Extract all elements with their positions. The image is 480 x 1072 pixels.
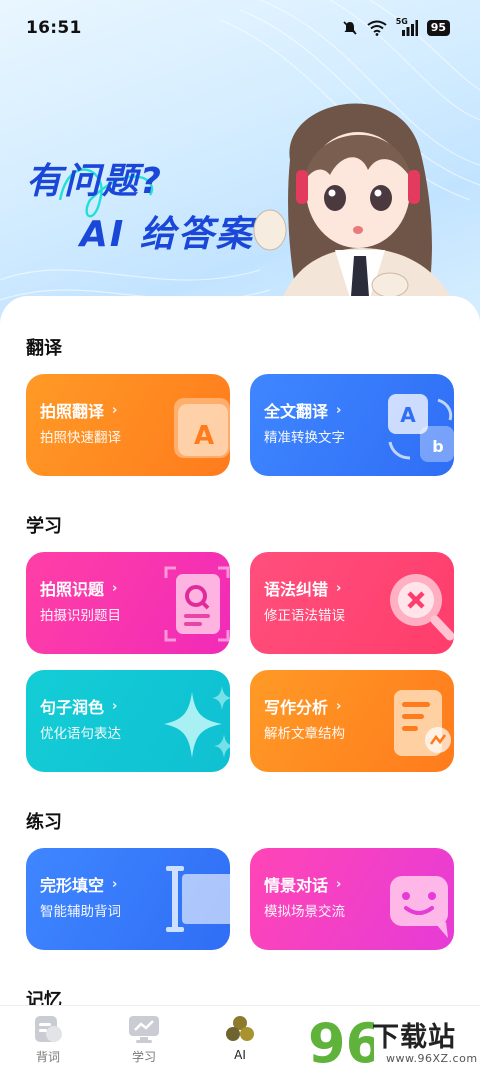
card-subtitle: 模拟场景交流 (264, 904, 345, 920)
card-sentence-polish[interactable]: 句子润色 › 优化语句表达 (26, 670, 230, 772)
svg-text:A: A (194, 421, 214, 451)
watermark-url: www.96XZ.com (386, 1052, 478, 1065)
chevron-right-icon: › (112, 698, 118, 714)
tab-label: AI (234, 1048, 246, 1062)
feature-sheet: 翻译 拍照翻译 › 拍照快速翻译 A 全文翻译 › 精准转换文字 A b 学习 拍照… (0, 296, 480, 1072)
card-subtitle: 优化语句表达 (40, 726, 121, 742)
card-subtitle: 解析文章结构 (264, 726, 345, 742)
text-cursor-icon (166, 866, 230, 932)
chevron-right-icon: › (112, 580, 118, 596)
section-title-translate: 翻译 (26, 338, 62, 359)
chevron-right-icon: › (336, 698, 342, 714)
status-time: 16:51 (26, 18, 82, 38)
card-photo-question[interactable]: 拍照识题 › 拍摄识别题目 (26, 552, 230, 654)
card-subtitle: 修正语法错误 (264, 608, 345, 624)
card-title: 拍照识题 (40, 580, 105, 599)
ai-icon (226, 1016, 254, 1041)
card-cloze[interactable]: 完形填空 › 智能辅助背词 (26, 848, 230, 950)
sparkle-icon (164, 686, 230, 758)
monitor-icon (129, 1016, 159, 1043)
card-title: 句子润色 (40, 698, 105, 717)
card-subtitle: 拍摄识别题目 (40, 608, 121, 624)
card-title: 情景对话 (264, 876, 329, 895)
tab-ai[interactable]: AI (212, 1014, 268, 1062)
chevron-right-icon: › (112, 876, 118, 892)
vocab-icon (35, 1016, 62, 1042)
svg-text:b: b (432, 437, 443, 456)
card-subtitle: 智能辅助背词 (40, 904, 121, 920)
status-bar: 16:51 5G 95 (0, 0, 480, 56)
card-full-translate[interactable]: 全文翻译 › 精准转换文字 A b (250, 374, 454, 476)
language-swap-icon: A b (388, 394, 454, 462)
magnifier-error-icon (390, 574, 454, 641)
battery-icon: 95 (426, 20, 450, 36)
card-title: 拍照翻译 (40, 402, 105, 421)
tab-label: 背词 (35, 1050, 60, 1064)
card-subtitle: 拍照快速翻译 (40, 430, 121, 446)
card-grammar-check[interactable]: 语法纠错 › 修正语法错误 (250, 552, 454, 654)
card-subtitle: 精准转换文字 (264, 430, 345, 446)
watermark-brand: 下载站 (372, 1022, 456, 1053)
camera-translate-icon: A (174, 398, 230, 458)
tab-vocab[interactable]: 背词 (20, 1014, 76, 1065)
card-title: 完形填空 (40, 876, 105, 895)
section-title-study: 学习 (26, 516, 62, 537)
card-photo-translate[interactable]: 拍照翻译 › 拍照快速翻译 A (26, 374, 230, 476)
card-title: 语法纠错 (264, 580, 329, 599)
hero-title-line1: 有问题? (26, 161, 163, 202)
card-title: 写作分析 (264, 698, 329, 717)
watermark-96-logo: 96 (308, 1012, 374, 1072)
card-writing-analysis[interactable]: 写作分析 › 解析文章结构 (250, 670, 454, 772)
card-dialogue[interactable]: 情景对话 › 模拟场景交流 (250, 848, 454, 950)
scan-document-icon (164, 566, 230, 642)
document-chart-icon (394, 690, 451, 756)
chevron-right-icon: › (336, 876, 342, 892)
mascot-illustration (253, 103, 465, 330)
hero-title-line2: AI 给答案 (80, 214, 254, 255)
card-title: 全文翻译 (264, 402, 329, 421)
svg-text:A: A (400, 403, 416, 427)
hero-banner: 16:51 5G 95 有问题? AI 给答案 (0, 0, 480, 330)
chevron-right-icon: › (112, 402, 118, 418)
signal-icon: 5G (396, 17, 418, 36)
section-title-practice: 练习 (26, 812, 62, 833)
chevron-right-icon: › (336, 402, 342, 418)
wifi-icon (367, 20, 387, 36)
tab-label: 学习 (131, 1050, 156, 1064)
tab-study[interactable]: 学习 (116, 1014, 172, 1065)
mute-icon (343, 21, 357, 35)
svg-text:96: 96 (308, 1012, 374, 1072)
chevron-right-icon: › (336, 580, 342, 596)
chat-bubble-icon (390, 876, 448, 938)
